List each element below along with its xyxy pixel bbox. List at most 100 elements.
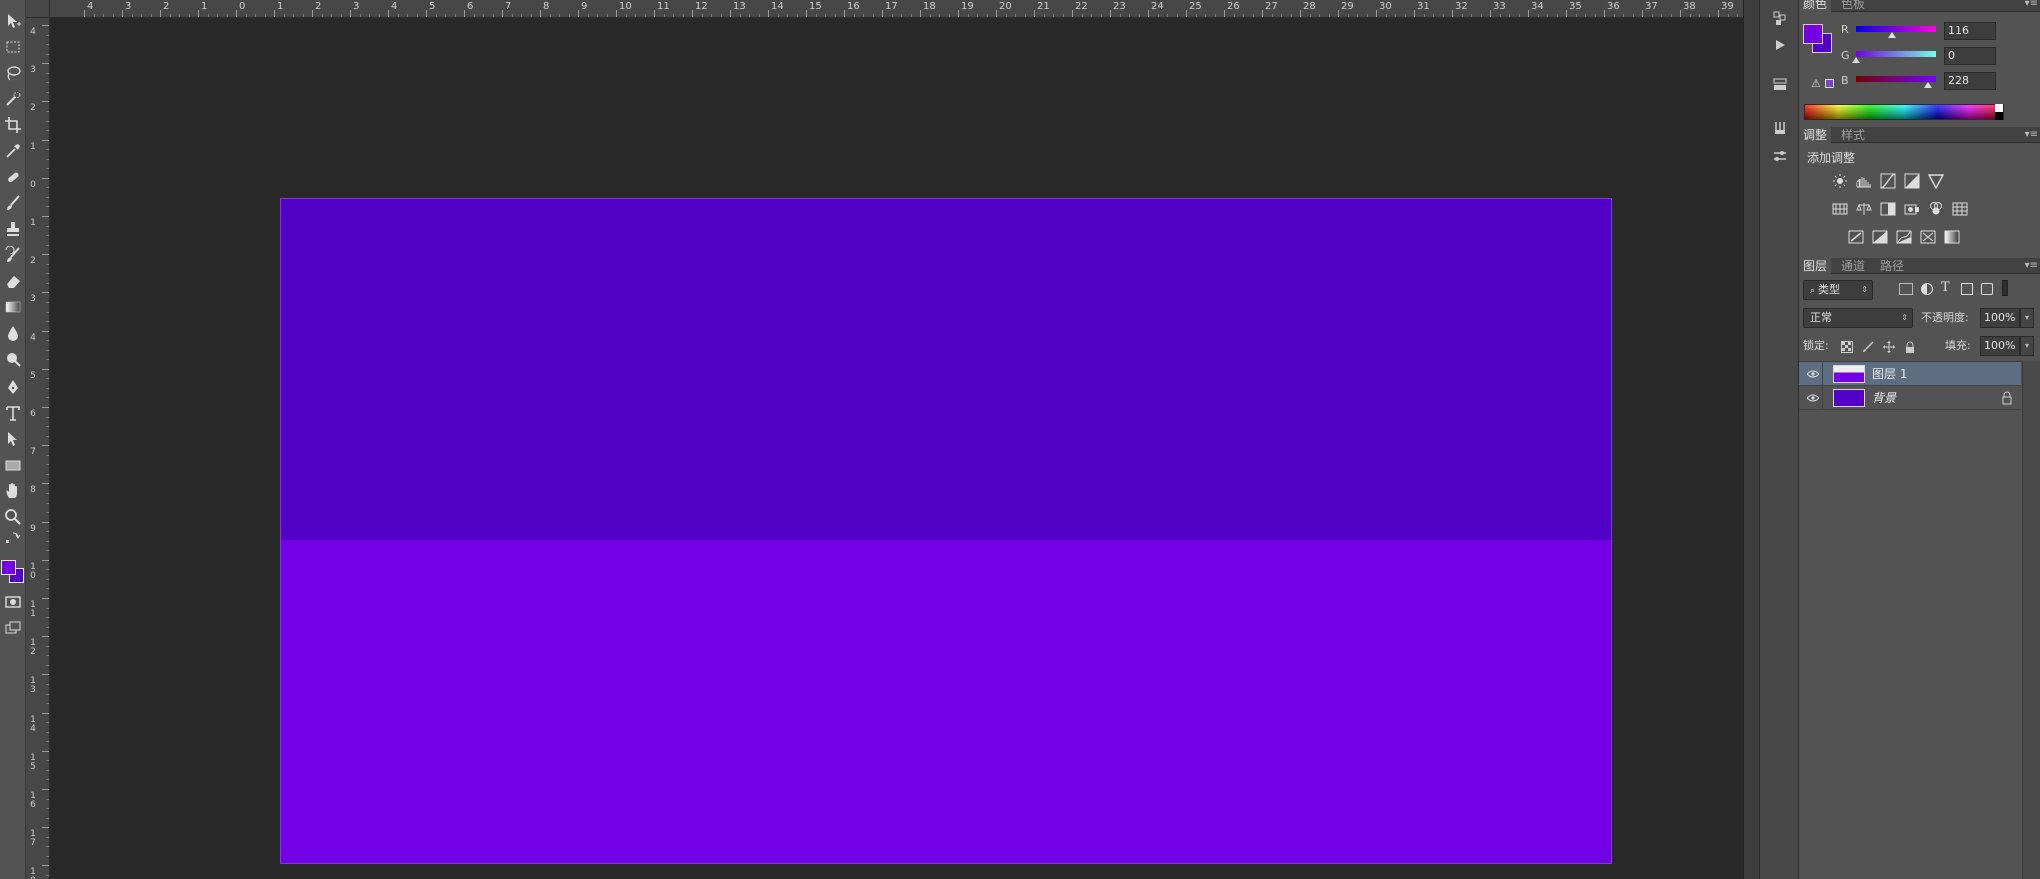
curves-icon[interactable]	[1879, 172, 1897, 190]
opacity-dropdown[interactable]: ▾	[2020, 308, 2034, 328]
threshold-icon[interactable]	[1895, 228, 1913, 246]
vertical-ruler[interactable]: 43210123456789101112131415161718	[26, 18, 50, 879]
panel-menu-icon[interactable]: ▾≡	[2025, 127, 2038, 143]
vertical-scrollbar[interactable]	[1743, 0, 1759, 879]
red-slider-thumb[interactable]	[1888, 32, 1896, 38]
panel-menu-icon[interactable]: ▾≡	[2025, 258, 2038, 274]
black-white-icon[interactable]	[1879, 200, 1897, 218]
tab-color[interactable]: 颜色	[1799, 0, 1832, 12]
filter-pixel-icon[interactable]	[1899, 283, 1913, 295]
filter-type-icon[interactable]: T	[1941, 280, 1950, 295]
lock-all-icon[interactable]	[1902, 339, 1918, 355]
tab-layers[interactable]: 图层	[1799, 258, 1832, 274]
ruler-origin[interactable]	[26, 0, 50, 18]
lock-image-icon[interactable]	[1860, 339, 1876, 355]
eyedropper-tool-icon[interactable]	[2, 140, 24, 162]
zoom-tool-icon[interactable]	[2, 506, 24, 528]
filter-shape-icon[interactable]	[1961, 283, 1973, 295]
properties-panel-icon[interactable]	[1770, 74, 1790, 94]
blue-slider[interactable]	[1856, 76, 1936, 88]
visibility-eye-icon[interactable]	[1803, 362, 1823, 386]
panel-foreground-swatch[interactable]	[1803, 24, 1823, 44]
pen-tool-icon[interactable]	[2, 376, 24, 398]
red-value-field[interactable]: 116	[1944, 22, 1996, 40]
foreground-color-swatch[interactable]	[1, 560, 16, 575]
path-select-tool-icon[interactable]	[2, 428, 24, 450]
ruler-minor-tick	[1243, 14, 1244, 17]
visibility-eye-icon[interactable]	[1803, 386, 1823, 410]
healing-brush-tool-icon[interactable]	[2, 166, 24, 188]
blur-tool-icon[interactable]	[2, 322, 24, 344]
document-canvas[interactable]	[280, 198, 1612, 864]
color-lookup-icon[interactable]	[1951, 200, 1969, 218]
hand-tool-icon[interactable]	[2, 480, 24, 502]
quick-mask-icon[interactable]	[2, 591, 24, 613]
brush-tool-icon[interactable]	[2, 192, 24, 214]
layer-name[interactable]: 图层 1	[1872, 362, 1907, 386]
history-panel-icon[interactable]	[1770, 8, 1790, 28]
tab-swatches[interactable]: 色板	[1837, 0, 1869, 12]
gradient-map-icon[interactable]	[1943, 228, 1961, 246]
layer-row-background[interactable]: 背景	[1799, 386, 2021, 410]
crop-tool-icon[interactable]	[2, 114, 24, 136]
lasso-tool-icon[interactable]	[2, 62, 24, 84]
filter-adjustment-icon[interactable]	[1921, 283, 1933, 295]
web-safe-swatch[interactable]	[1825, 79, 1834, 88]
actions-play-icon[interactable]	[1770, 35, 1790, 55]
marquee-tool-icon[interactable]	[2, 36, 24, 58]
layers-scrollbar[interactable]	[2022, 361, 2040, 879]
brush-presets-icon[interactable]	[1770, 118, 1790, 138]
lock-transparent-icon[interactable]	[1839, 339, 1855, 355]
lock-position-icon[interactable]	[1881, 339, 1897, 355]
black-white-ramp[interactable]	[1995, 104, 2003, 120]
type-tool-icon[interactable]	[2, 402, 24, 424]
blue-value-field[interactable]: 228	[1944, 72, 1996, 90]
tab-paths[interactable]: 路径	[1876, 258, 1908, 274]
screen-mode-icon[interactable]	[2, 617, 24, 639]
selective-color-icon[interactable]	[1919, 228, 1937, 246]
opacity-field[interactable]: 100%	[1980, 308, 2020, 328]
horizontal-ruler[interactable]: 4 3 2 1 0 1 2 3 4 5 6 7 8 9 10 11 12 13 14 15 16 17 18 19 20 21 22…	[26, 0, 1743, 18]
eraser-tool-icon[interactable]	[2, 270, 24, 292]
dodge-tool-icon[interactable]	[2, 348, 24, 370]
brightness-contrast-icon[interactable]	[1831, 172, 1849, 190]
layer-filter-select[interactable]: ⌕ 类型 ⇕	[1803, 280, 1873, 300]
fill-field[interactable]: 100%	[1980, 336, 2020, 356]
color-spectrum-ramp[interactable]	[1804, 104, 2004, 120]
posterize-icon[interactable]	[1871, 228, 1889, 246]
panel-menu-icon[interactable]: ▾≡	[2025, 0, 2038, 12]
photo-filter-icon[interactable]	[1903, 200, 1921, 218]
blue-slider-thumb[interactable]	[1924, 82, 1932, 88]
invert-icon[interactable]	[1847, 228, 1865, 246]
filter-toggle-icon[interactable]	[2002, 280, 2008, 296]
channel-mixer-icon[interactable]	[1927, 200, 1945, 218]
clone-stamp-tool-icon[interactable]	[2, 218, 24, 240]
gamut-warning-icon[interactable]: ⚠	[1811, 77, 1821, 90]
canvas-workspace[interactable]	[51, 19, 1743, 879]
gradient-tool-icon[interactable]	[2, 296, 24, 318]
green-slider[interactable]	[1852, 51, 1936, 63]
blend-mode-select[interactable]: 正常 ⇕	[1803, 308, 1913, 328]
ruler-minor-tick	[46, 846, 49, 848]
fill-dropdown[interactable]: ▾	[2020, 336, 2034, 356]
tab-styles[interactable]: 样式	[1837, 127, 1869, 143]
exposure-icon[interactable]	[1903, 172, 1921, 190]
history-brush-tool-icon[interactable]	[2, 244, 24, 266]
tab-adjustments[interactable]: 调整	[1799, 127, 1832, 143]
quick-select-tool-icon[interactable]	[2, 88, 24, 110]
hue-saturation-icon[interactable]	[1831, 200, 1849, 218]
green-slider-thumb[interactable]	[1852, 57, 1860, 63]
tool-presets-icon[interactable]	[1770, 146, 1790, 166]
red-slider[interactable]	[1856, 26, 1936, 38]
layer-row-layer1[interactable]: 图层 1	[1799, 362, 2021, 386]
vibrance-icon[interactable]	[1927, 172, 1945, 190]
rectangle-tool-icon[interactable]	[2, 454, 24, 476]
green-value-field[interactable]: 0	[1944, 47, 1996, 65]
layer-name[interactable]: 背景	[1872, 386, 1896, 410]
move-tool-icon[interactable]	[2, 10, 24, 32]
tab-channels[interactable]: 通道	[1837, 258, 1869, 274]
swap-colors-icon[interactable]	[2, 530, 24, 544]
filter-smart-object-icon[interactable]	[1981, 283, 1993, 295]
levels-icon[interactable]	[1855, 172, 1873, 190]
color-balance-icon[interactable]	[1855, 200, 1873, 218]
